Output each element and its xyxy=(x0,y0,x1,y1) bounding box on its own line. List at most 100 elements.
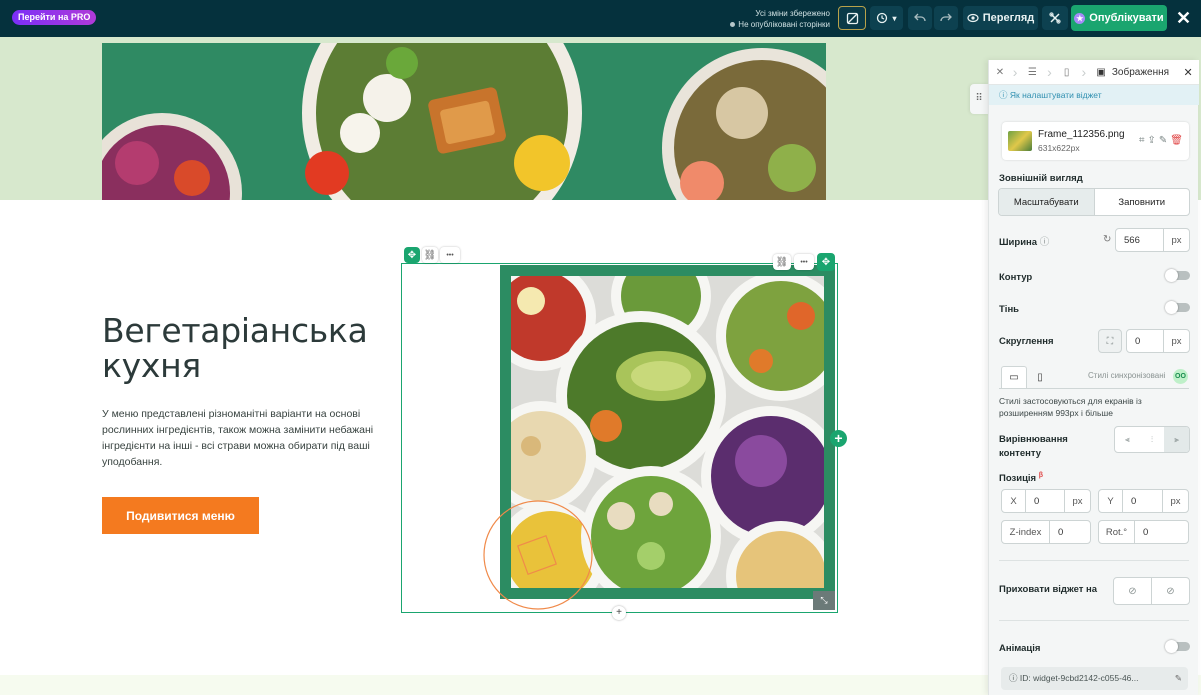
add-widget-right-button[interactable]: + xyxy=(830,430,847,447)
image-more-button[interactable]: ••• xyxy=(794,254,814,270)
image-move-handle[interactable]: ✥ xyxy=(817,253,835,271)
hide-desktop-icon[interactable]: ⊘ xyxy=(1114,578,1152,604)
device-layout-button[interactable] xyxy=(838,6,866,30)
breadcrumb-column[interactable]: ▯ xyxy=(1054,60,1080,85)
redo-button[interactable] xyxy=(934,6,958,30)
move-icon: ✥ xyxy=(821,256,831,268)
breadcrumb-current-label: Зображення xyxy=(1111,66,1170,78)
save-status: Усі зміни збережено Не опубліковані стор… xyxy=(700,8,830,30)
tools-icon xyxy=(1049,12,1061,24)
outline-label: Контур xyxy=(999,272,1033,283)
image-icon: ▣ xyxy=(1096,66,1106,78)
move-widget-handle[interactable]: ✥ xyxy=(404,247,420,263)
publish-button[interactable]: ★ Опублікувати xyxy=(1071,5,1167,31)
redo-icon xyxy=(940,13,952,22)
resize-handle[interactable]: ⤡ xyxy=(813,591,835,610)
divider xyxy=(999,560,1189,561)
radius-input[interactable]: 0 px xyxy=(1126,329,1190,353)
move-icon: ✥ xyxy=(407,249,417,261)
replace-icon[interactable]: ⇪ xyxy=(1148,135,1156,146)
reset-icon[interactable]: ↻ xyxy=(1103,234,1111,245)
animation-toggle[interactable] xyxy=(1165,640,1190,653)
crop-icon[interactable]: ⌗ xyxy=(1139,135,1145,146)
breadcrumb-separator-icon: › xyxy=(1047,64,1052,80)
delete-icon[interactable]: 🗑 xyxy=(1170,135,1183,146)
hide-mobile-icon[interactable]: ⊘ xyxy=(1152,578,1189,604)
link-icon: ⛓ xyxy=(775,256,789,268)
star-icon: ★ xyxy=(1074,12,1086,24)
y-input[interactable]: Y 0 px xyxy=(1098,489,1189,513)
radius-unit[interactable]: px xyxy=(1163,330,1189,352)
widget-id-bar: ⓘ ID: widget-9cbd2142-c055-46... ✎ xyxy=(1001,667,1188,690)
align-left-icon[interactable]: ⫷ xyxy=(1115,427,1140,452)
animation-label: Анімація xyxy=(999,643,1041,654)
section-title: Вегетаріанська кухня xyxy=(102,311,368,385)
fit-option-scale[interactable]: Масштабувати xyxy=(999,189,1095,215)
info-icon: ⓘ xyxy=(999,90,1008,100)
rotation-input[interactable]: Rot.° 0 xyxy=(1098,520,1189,544)
breadcrumb-image[interactable]: ▣ Зображення xyxy=(1088,60,1177,85)
z-index-label: Z-index xyxy=(1002,521,1050,543)
rotation-label: Rot.° xyxy=(1099,521,1135,543)
preview-button[interactable]: Перегляд xyxy=(963,6,1038,30)
view-menu-button[interactable]: Подивитися меню xyxy=(102,497,259,534)
fit-option-fill[interactable]: Заповнити xyxy=(1095,189,1190,215)
link-icon: ⛓ xyxy=(423,249,437,261)
x-unit[interactable]: px xyxy=(1064,490,1090,512)
image-link-button[interactable]: ⛓ xyxy=(773,254,791,270)
corners-icon: ⛶ xyxy=(1106,335,1114,347)
y-unit[interactable]: px xyxy=(1162,490,1188,512)
go-pro-button[interactable]: Перейти на PRO xyxy=(12,10,97,25)
more-dots-icon: ••• xyxy=(446,251,454,259)
device-tabs-divider xyxy=(999,388,1189,389)
beta-badge: β xyxy=(1038,472,1044,479)
undo-button[interactable] xyxy=(908,6,932,30)
edit-id-icon[interactable]: ✎ xyxy=(1175,667,1182,690)
tab-mobile[interactable]: ▯ xyxy=(1027,366,1053,388)
more-dots-icon: ••• xyxy=(800,258,808,266)
width-value: 566 xyxy=(1124,234,1140,246)
history-button[interactable]: ▾ xyxy=(870,6,903,30)
x-input[interactable]: X 0 px xyxy=(1001,489,1091,513)
panel-drag-handle[interactable]: ⠿ xyxy=(970,84,988,114)
desktop-icon: ▭ xyxy=(1009,372,1019,383)
widget-more-button[interactable]: ••• xyxy=(440,247,460,263)
help-link[interactable]: ⓘ Як налаштувати віджет xyxy=(989,85,1199,105)
width-input[interactable]: 566 px xyxy=(1115,228,1190,252)
align-right-icon[interactable]: ⫸ xyxy=(1164,427,1189,452)
close-panel-button[interactable]: ✕ xyxy=(1177,60,1199,85)
info-icon: ⓘ xyxy=(1009,673,1018,683)
tools-icon: ✕ xyxy=(995,66,1005,78)
preview-label: Перегляд xyxy=(982,12,1035,24)
z-index-input[interactable]: Z-index 0 xyxy=(1001,520,1091,544)
appearance-label: Зовнішній вигляд xyxy=(999,173,1083,184)
device-tabs: ▭ ▯ xyxy=(1001,366,1053,388)
chevron-down-icon: ▾ xyxy=(892,13,897,23)
settings-button[interactable] xyxy=(1042,6,1068,30)
undo-icon xyxy=(914,13,926,22)
widget-id-text: ID: widget-9cbd2142-c055-46... xyxy=(1019,673,1139,683)
hero-food-image[interactable] xyxy=(102,43,826,200)
styles-synced-text: Стилі синхронізовані xyxy=(1088,371,1166,380)
unpublished-status-text: Не опубліковані сторінки xyxy=(738,20,830,29)
edit-icon[interactable]: ✎ xyxy=(1159,135,1167,146)
radius-corners-button[interactable]: ⛶ xyxy=(1098,329,1122,353)
breadcrumb-site[interactable]: ✕ xyxy=(989,60,1011,85)
align-center-icon[interactable]: ⫶ xyxy=(1140,427,1165,452)
image-file-card: Frame_112356.png 631x622px ⌗ ⇪ ✎ 🗑 xyxy=(1002,122,1189,160)
outline-toggle[interactable] xyxy=(1165,269,1190,282)
sync-status-icon[interactable]: OO xyxy=(1173,369,1188,384)
food-bowls-illustration xyxy=(102,43,826,200)
column-icon: ▯ xyxy=(1063,66,1070,78)
resize-icon: ⤡ xyxy=(820,595,828,605)
tab-desktop[interactable]: ▭ xyxy=(1001,366,1027,388)
close-icon: ✕ xyxy=(1183,66,1193,79)
shadow-toggle[interactable] xyxy=(1165,301,1190,314)
rotation-value: 0 xyxy=(1143,526,1149,538)
width-unit[interactable]: px xyxy=(1163,229,1189,251)
breadcrumb-section[interactable]: ☰ xyxy=(1019,60,1045,85)
y-label: Y xyxy=(1099,490,1123,512)
link-widget-button[interactable]: ⛓ xyxy=(422,247,438,263)
file-size: 631x622px xyxy=(1038,143,1080,153)
close-editor-button[interactable]: ✕ xyxy=(1176,7,1191,29)
